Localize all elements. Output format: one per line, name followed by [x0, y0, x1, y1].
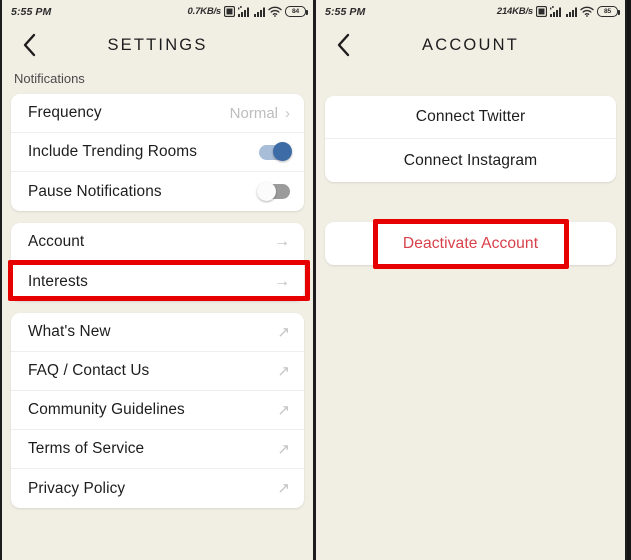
back-button[interactable] — [12, 23, 46, 67]
network-speed-label: 214KB/s — [496, 6, 533, 17]
arrow-up-right-icon: ↗ — [277, 440, 290, 458]
dual-screenshot-container: 5:55 PM 0.7KB/s 84 SETTINGS Notification… — [0, 0, 631, 560]
arrow-up-right-icon: ↗ — [277, 362, 290, 380]
arrow-up-right-icon: ↗ — [277, 323, 290, 341]
row-label: Community Guidelines — [28, 401, 185, 418]
chevron-right-icon: › — [285, 104, 290, 122]
signal-bars-icon — [550, 6, 561, 17]
app-bar-account: ACCOUNT — [316, 23, 625, 67]
status-bar-time: 5:55 PM — [11, 5, 52, 18]
battery-icon: 85 — [597, 6, 620, 17]
arrow-right-icon: → — [274, 272, 290, 290]
danger-card: Deactivate Account — [325, 222, 616, 265]
row-label: Include Trending Rooms — [28, 143, 198, 160]
row-connect-twitter[interactable]: Connect Twitter — [325, 96, 616, 139]
row-label: Frequency — [28, 104, 102, 121]
status-bar-left: 5:55 PM 0.7KB/s 84 — [2, 0, 313, 23]
row-community-guidelines[interactable]: Community Guidelines ↗ — [11, 391, 304, 430]
network-speed-label: 0.7KB/s — [187, 6, 222, 17]
notifications-card: Frequency Normal › Include Trending Room… — [11, 94, 304, 211]
arrow-up-right-icon: ↗ — [277, 401, 290, 419]
battery-level-label: 85 — [604, 8, 611, 15]
chevron-left-icon — [23, 33, 35, 57]
arrow-up-right-icon: ↗ — [277, 480, 290, 497]
connect-card: Connect Twitter Connect Instagram — [325, 96, 616, 182]
row-frequency[interactable]: Frequency Normal › — [11, 94, 304, 133]
frequency-value: Normal — [229, 104, 278, 122]
back-button[interactable] — [326, 23, 360, 67]
row-interests[interactable]: Interests → — [11, 262, 304, 301]
row-pause-notifications[interactable]: Pause Notifications — [11, 172, 304, 211]
signal-bars-icon — [254, 7, 265, 17]
row-whats-new[interactable]: What's New ↗ — [11, 313, 304, 352]
arrow-right-icon: → — [274, 233, 290, 250]
row-label: Terms of Service — [28, 440, 145, 457]
toggle-knob — [257, 181, 276, 201]
row-connect-instagram[interactable]: Connect Instagram — [325, 139, 616, 182]
toggle-knob — [273, 142, 292, 162]
page-title: ACCOUNT — [422, 35, 519, 54]
battery-level-label: 84 — [292, 8, 299, 15]
status-bar-right: 5:55 PM 214KB/s 85 — [316, 0, 625, 23]
toggle-include-trending-rooms[interactable] — [259, 142, 292, 162]
wifi-icon — [268, 6, 282, 17]
sim-card-icon — [224, 6, 235, 17]
row-include-trending-rooms[interactable]: Include Trending Rooms — [11, 133, 304, 172]
row-terms-of-service[interactable]: Terms of Service ↗ — [11, 430, 304, 469]
row-label: Deactivate Account — [402, 234, 539, 252]
signal-bars-icon — [566, 7, 577, 17]
section-label-notifications: Notifications — [14, 71, 85, 86]
row-label: Pause Notifications — [28, 182, 162, 200]
status-bar-time: 5:55 PM — [325, 5, 366, 18]
row-label: Connect Instagram — [403, 151, 538, 169]
wifi-icon — [580, 6, 594, 17]
signal-bars-icon — [238, 6, 249, 17]
left-phone-screen: 5:55 PM 0.7KB/s 84 SETTINGS Notification… — [0, 0, 313, 560]
row-label: FAQ / Contact Us — [28, 362, 150, 379]
right-phone-screen: 5:55 PM 214KB/s 85 ACCOUNT Connect Twitt… — [313, 0, 627, 560]
toggle-pause-notifications[interactable] — [257, 181, 290, 201]
row-account[interactable]: Account → — [11, 223, 304, 262]
row-faq-contact-us[interactable]: FAQ / Contact Us ↗ — [11, 352, 304, 391]
account-card: Account → Interests → — [11, 223, 304, 301]
row-label: Interests — [28, 272, 88, 290]
sim-card-icon — [536, 6, 547, 17]
row-label: Account — [28, 233, 85, 250]
app-bar-settings: SETTINGS — [2, 23, 313, 67]
battery-icon: 84 — [285, 6, 308, 17]
row-label: What's New — [28, 323, 111, 340]
links-card: What's New ↗ FAQ / Contact Us ↗ Communit… — [11, 313, 304, 508]
row-deactivate-account[interactable]: Deactivate Account — [325, 222, 616, 265]
row-label: Connect Twitter — [415, 108, 526, 125]
chevron-left-icon — [337, 33, 349, 57]
row-label: Privacy Policy — [28, 479, 126, 497]
row-privacy-policy[interactable]: Privacy Policy ↗ — [11, 469, 304, 508]
page-title: SETTINGS — [107, 35, 208, 54]
